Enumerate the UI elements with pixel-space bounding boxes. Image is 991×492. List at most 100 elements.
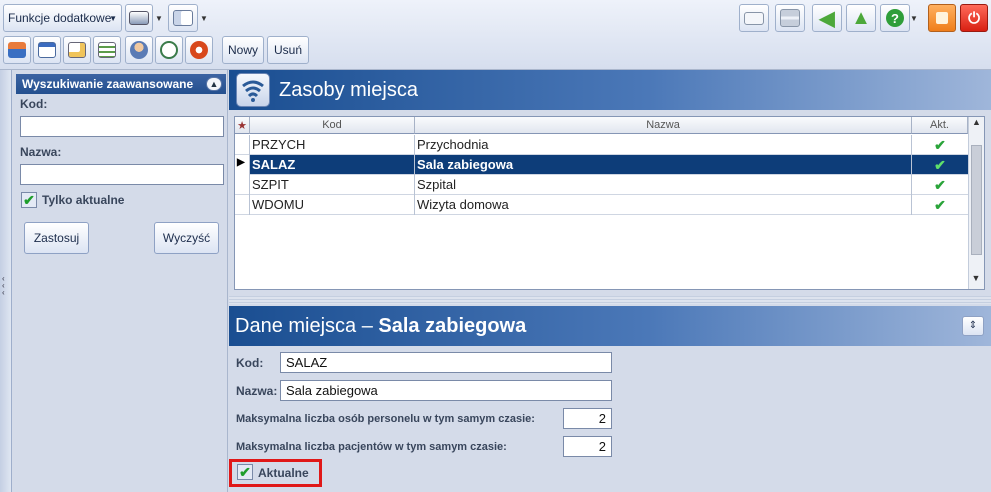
cell-nazwa: Szpital [415, 175, 912, 195]
cell-nazwa: Wizyta domowa [415, 195, 912, 215]
network-icon [780, 9, 800, 27]
cell-kod: SALAZ [250, 155, 415, 175]
detail-title-name: Sala zabiegowa [378, 315, 527, 337]
lock-button[interactable] [928, 4, 956, 32]
usun-button[interactable]: Usuń [267, 36, 309, 64]
wyczysc-label: Wyczyść [162, 231, 211, 245]
gear-button[interactable] [185, 36, 213, 64]
cell-kod: WDOMU [250, 195, 415, 215]
users-button[interactable] [125, 36, 153, 64]
tylko-aktualne-checkbox[interactable]: ✔ [21, 192, 37, 208]
detail-nazwa-label: Nazwa: [236, 384, 278, 398]
edit-button[interactable] [63, 36, 91, 64]
printer-icon [129, 11, 149, 25]
help-dropdown[interactable]: ▼ [908, 4, 920, 32]
wyczysc-button[interactable]: Wyczyść [154, 222, 219, 254]
column-kod[interactable]: Kod [250, 117, 415, 134]
column-nazwa[interactable]: Nazwa [415, 117, 912, 134]
cell-kod: SZPIT [250, 175, 415, 195]
detail-nazwa-input[interactable]: Sala zabiegowa [280, 380, 612, 401]
page-title: Zasoby miejsca [279, 79, 418, 101]
edit-icon [68, 42, 86, 58]
checkmark-icon: ✔ [23, 191, 35, 208]
nazwa-search-input[interactable] [20, 164, 224, 185]
table-row-selected[interactable]: ▶ SALAZ Sala zabiegowa ✔ [235, 155, 968, 175]
detail-header: Dane miejsca – Sala zabiegowa ⇕ [229, 306, 991, 346]
scroll-up-icon[interactable]: ▲ [969, 117, 984, 133]
kod-label: Kod: [20, 97, 48, 111]
max-personel-input[interactable]: 2 [563, 408, 612, 429]
back-arrow-icon: ◀ [819, 7, 835, 30]
clock-button[interactable] [155, 36, 183, 64]
home-button[interactable] [3, 36, 31, 64]
detail-kod-label: Kod: [236, 356, 264, 370]
funkcje-dodatkowe-label: Funkcje dodatkowe [8, 11, 112, 25]
clock-icon [160, 41, 178, 59]
table-row[interactable]: SZPIT Szpital ✔ [235, 175, 968, 195]
table-row[interactable]: WDOMU Wizyta domowa ✔ [235, 195, 968, 215]
expand-collapse-button[interactable]: ⇕ [962, 316, 984, 336]
detail-kod-input[interactable]: SALAZ [280, 352, 612, 373]
up-arrow-icon: ▲ [851, 6, 871, 29]
print-dropdown[interactable]: ▼ [153, 4, 165, 32]
network-button[interactable] [775, 4, 805, 32]
collapse-up-icon[interactable]: ▲ [206, 77, 222, 91]
calendar-icon [38, 42, 56, 58]
calendar-button[interactable] [33, 36, 61, 64]
list-button[interactable] [93, 36, 121, 64]
lock-icon [936, 12, 948, 24]
users-icon [130, 41, 148, 59]
max-pacjenci-input[interactable]: 2 [563, 436, 612, 457]
mail-button[interactable] [739, 4, 769, 32]
print-button[interactable] [125, 4, 153, 32]
funkcje-dodatkowe-button[interactable]: Funkcje dodatkowe ▼ [3, 4, 122, 32]
tylko-aktualne-label: Tylko aktualne [42, 193, 125, 207]
home-icon [8, 42, 26, 58]
detail-title: Dane miejsca – Sala zabiegowa [235, 315, 526, 338]
layout-icon [173, 10, 193, 26]
layout-dropdown[interactable]: ▼ [198, 4, 210, 32]
zastosuj-button[interactable]: Zastosuj [24, 222, 89, 254]
list-icon [98, 42, 116, 58]
cell-nazwa: Przychodnia [415, 135, 912, 155]
search-panel-title: Wyszukiwanie zaawansowane [16, 74, 226, 94]
akt-check-icon: ✔ [934, 157, 946, 173]
sidebar-collapse-strip[interactable]: ‹ ‹ ‹ [0, 70, 12, 492]
row-pointer-icon: ▶ [235, 155, 250, 175]
power-icon: ⏻ [968, 9, 980, 27]
gear-icon [190, 41, 208, 59]
nazwa-label: Nazwa: [20, 145, 62, 159]
akt-check-icon: ✔ [934, 197, 946, 213]
nowy-button[interactable]: Nowy [222, 36, 264, 64]
back-button[interactable]: ◀ [812, 4, 842, 32]
akt-check-icon: ✔ [934, 177, 946, 193]
usun-label: Usuń [273, 43, 302, 57]
resources-table: ★ Kod Nazwa Akt. PRZYCH Przychodnia ✔ ▶ … [234, 116, 985, 290]
nowy-label: Nowy [227, 43, 258, 57]
max-personel-label: Maksymalna liczba osób personelu w tym s… [236, 413, 535, 425]
collapse-arrows-icon: ‹ ‹ ‹ [2, 274, 5, 297]
wifi-icon [236, 73, 270, 107]
scroll-down-icon[interactable]: ▼ [969, 273, 983, 289]
column-star[interactable]: ★ [235, 117, 250, 134]
max-pacjenci-label: Maksymalna liczba pacjentów w tym samym … [236, 441, 507, 453]
panel-splitter[interactable] [229, 296, 991, 304]
akt-check-icon: ✔ [934, 137, 946, 153]
mail-icon [744, 11, 764, 25]
detail-title-prefix: Dane miejsca – [235, 315, 379, 337]
scroll-thumb[interactable] [971, 145, 982, 255]
up-button[interactable]: ▲ [846, 4, 876, 32]
table-row[interactable]: PRZYCH Przychodnia ✔ [235, 135, 968, 155]
main-header: Zasoby miejsca [229, 70, 991, 110]
help-button[interactable]: ? [880, 4, 910, 32]
chevron-down-icon: ▼ [109, 13, 117, 23]
zastosuj-label: Zastosuj [33, 231, 80, 245]
kod-search-input[interactable] [20, 116, 224, 137]
row-indicator [235, 195, 250, 215]
table-scrollbar[interactable]: ▲ ▼ [968, 117, 984, 289]
column-akt[interactable]: Akt. [912, 117, 968, 134]
cell-kod: PRZYCH [250, 135, 415, 155]
help-icon: ? [886, 9, 904, 27]
layout-button[interactable] [168, 4, 198, 32]
power-button[interactable]: ⏻ [960, 4, 988, 32]
